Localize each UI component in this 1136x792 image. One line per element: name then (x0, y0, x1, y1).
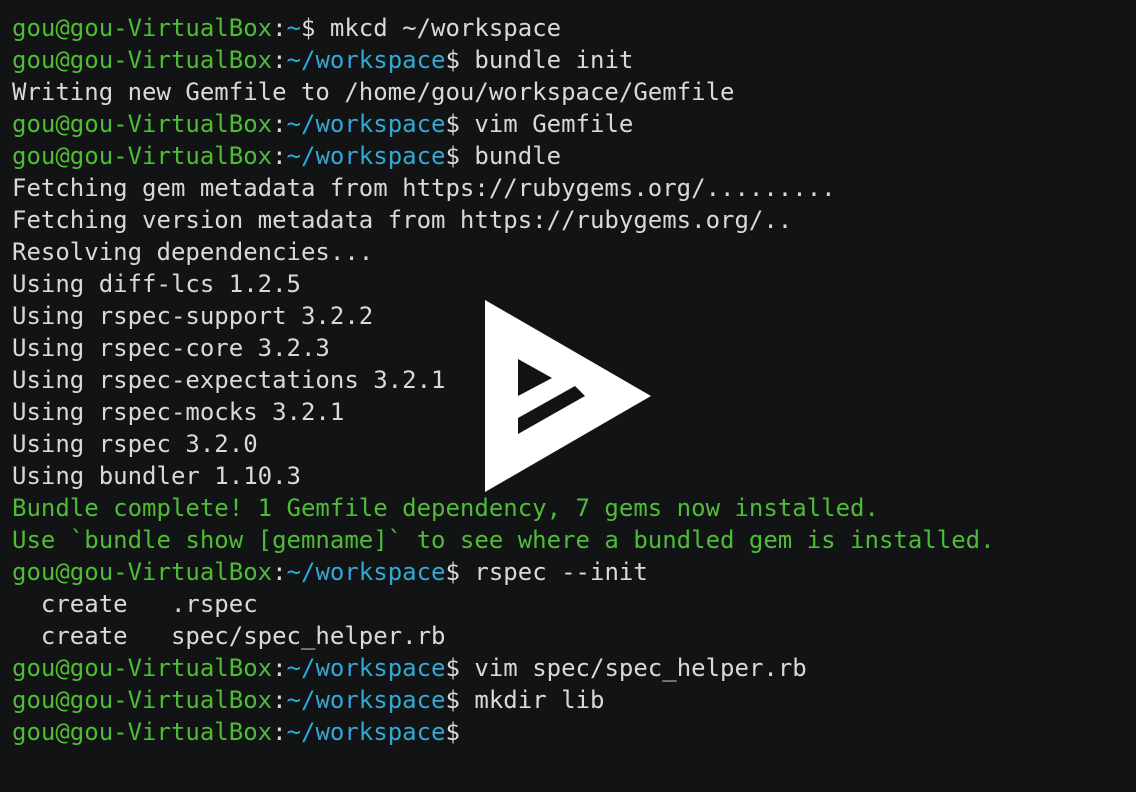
prompt-colon: : (272, 14, 287, 42)
output-text: Use `bundle show [gemname]` to see where… (12, 526, 995, 554)
output-text: Using rspec-expectations 3.2.1 (12, 366, 446, 394)
output-text: Fetching gem metadata from https://rubyg… (12, 174, 836, 202)
prompt-path: ~/workspace (286, 142, 446, 170)
command-text: bundle init (459, 46, 634, 74)
output-text: Using bundler 1.10.3 (12, 462, 301, 490)
command-text: vim Gemfile (459, 110, 634, 138)
output-text: create .rspec (12, 590, 258, 618)
prompt-line: gou@gou-VirtualBox:~/workspace$ vim spec… (12, 652, 995, 684)
prompt-line: gou@gou-VirtualBox:~$ mkcd ~/workspace (12, 12, 995, 44)
prompt-line: gou@gou-VirtualBox:~/workspace$ bundle i… (12, 44, 995, 76)
command-text: mkdir lib (459, 686, 605, 714)
output-line: Fetching gem metadata from https://rubyg… (12, 172, 995, 204)
output-text: Fetching version metadata from https://r… (12, 206, 793, 234)
prompt-line: gou@gou-VirtualBox:~/workspace$ rspec --… (12, 556, 995, 588)
prompt-line: gou@gou-VirtualBox:~/workspace$ (12, 716, 995, 748)
output-text: Using diff-lcs 1.2.5 (12, 270, 301, 298)
output-text: Using rspec 3.2.0 (12, 430, 258, 458)
prompt-dollar: $ (445, 718, 460, 746)
asciinema-play-icon[interactable] (485, 300, 651, 492)
prompt-colon: : (272, 654, 287, 682)
prompt-path: ~ (286, 14, 301, 42)
success-output-line: Use `bundle show [gemname]` to see where… (12, 524, 995, 556)
command-text: bundle (459, 142, 562, 170)
prompt-dollar: $ (445, 686, 460, 714)
output-line: create spec/spec_helper.rb (12, 620, 995, 652)
prompt-user-host: gou@gou-VirtualBox (12, 110, 273, 138)
prompt-line: gou@gou-VirtualBox:~/workspace$ vim Gemf… (12, 108, 995, 140)
prompt-dollar: $ (445, 142, 460, 170)
command-text: vim spec/spec_helper.rb (459, 654, 807, 682)
prompt-user-host: gou@gou-VirtualBox (12, 558, 273, 586)
prompt-path: ~/workspace (286, 46, 446, 74)
prompt-path: ~/workspace (286, 110, 446, 138)
output-text: Resolving dependencies... (12, 238, 374, 266)
prompt-path: ~/workspace (286, 718, 446, 746)
prompt-dollar: $ (445, 654, 460, 682)
prompt-dollar: $ (445, 110, 460, 138)
command-text: rspec --init (459, 558, 648, 586)
prompt-path: ~/workspace (286, 558, 446, 586)
prompt-path: ~/workspace (286, 686, 446, 714)
prompt-colon: : (272, 110, 287, 138)
output-text: Using rspec-core 3.2.3 (12, 334, 330, 362)
prompt-line: gou@gou-VirtualBox:~/workspace$ mkdir li… (12, 684, 995, 716)
prompt-user-host: gou@gou-VirtualBox (12, 718, 273, 746)
output-text: create spec/spec_helper.rb (12, 622, 446, 650)
prompt-dollar: $ (301, 14, 316, 42)
prompt-path: ~/workspace (286, 654, 446, 682)
prompt-colon: : (272, 142, 287, 170)
prompt-colon: : (272, 46, 287, 74)
prompt-user-host: gou@gou-VirtualBox (12, 14, 273, 42)
output-text: Using rspec-mocks 3.2.1 (12, 398, 345, 426)
prompt-colon: : (272, 558, 287, 586)
prompt-dollar: $ (445, 558, 460, 586)
prompt-colon: : (272, 686, 287, 714)
output-text: Using rspec-support 3.2.2 (12, 302, 374, 330)
output-text: Writing new Gemfile to /home/gou/workspa… (12, 78, 735, 106)
output-text: Bundle complete! 1 Gemfile dependency, 7… (12, 494, 879, 522)
prompt-user-host: gou@gou-VirtualBox (12, 46, 273, 74)
output-line: Resolving dependencies... (12, 236, 995, 268)
prompt-user-host: gou@gou-VirtualBox (12, 654, 273, 682)
output-line: Using diff-lcs 1.2.5 (12, 268, 995, 300)
output-line: Fetching version metadata from https://r… (12, 204, 995, 236)
terminal-window[interactable]: gou@gou-VirtualBox:~$ mkcd ~/workspace go… (0, 0, 1136, 792)
prompt-line: gou@gou-VirtualBox:~/workspace$ bundle (12, 140, 995, 172)
output-line: Writing new Gemfile to /home/gou/workspa… (12, 76, 995, 108)
prompt-user-host: gou@gou-VirtualBox (12, 142, 273, 170)
success-output-line: Bundle complete! 1 Gemfile dependency, 7… (12, 492, 995, 524)
output-line: create .rspec (12, 588, 995, 620)
command-text: mkcd ~/workspace (315, 14, 562, 42)
prompt-dollar: $ (445, 46, 460, 74)
prompt-user-host: gou@gou-VirtualBox (12, 686, 273, 714)
prompt-colon: : (272, 718, 287, 746)
